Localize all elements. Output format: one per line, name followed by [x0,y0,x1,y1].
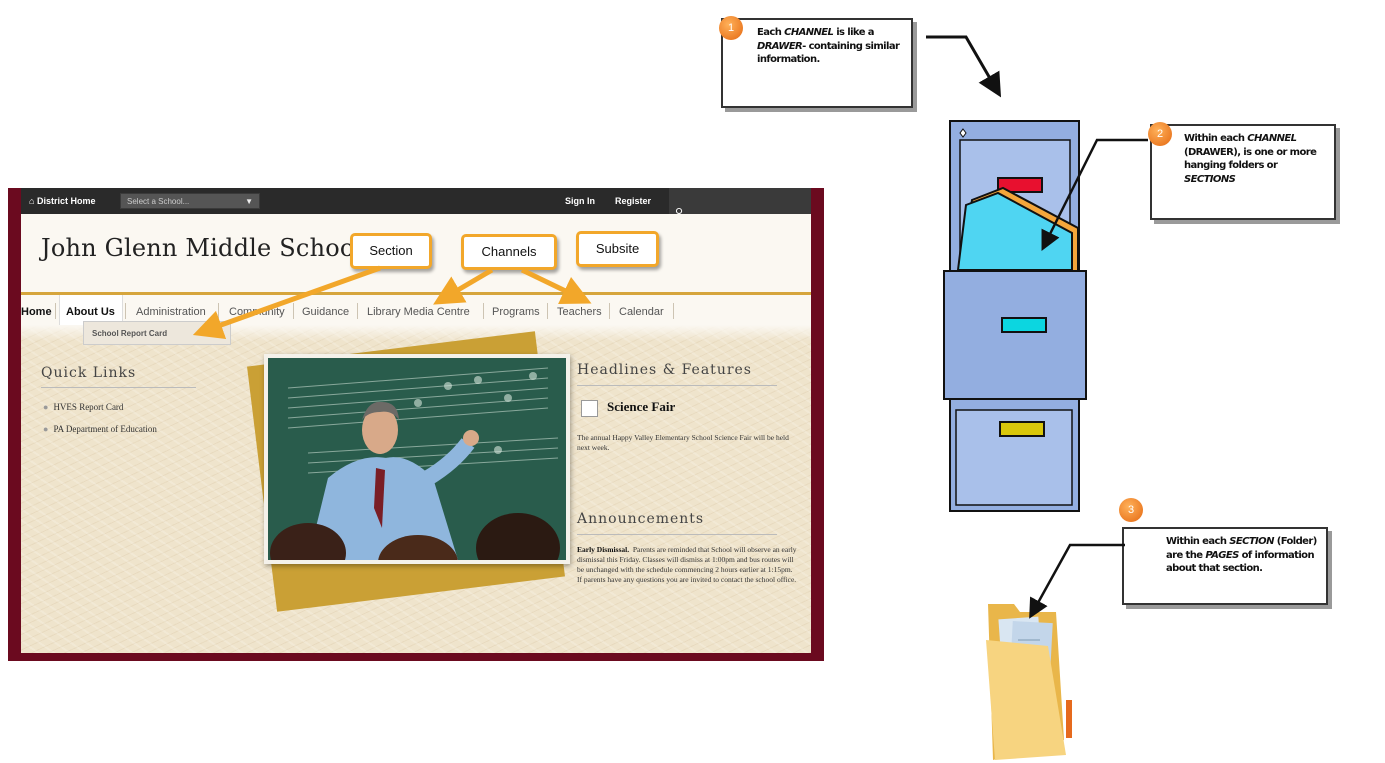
filing-cabinet-illustration [943,120,1087,512]
section-arrow [192,265,381,340]
teachers-arrow [520,267,592,304]
folder-icon [986,604,1072,760]
diagram-overlay [192,35,1148,760]
channels-arrow [433,267,494,305]
channel-to-drawer-arrow [926,35,1002,98]
pages-to-folder-arrow [1029,543,1125,619]
